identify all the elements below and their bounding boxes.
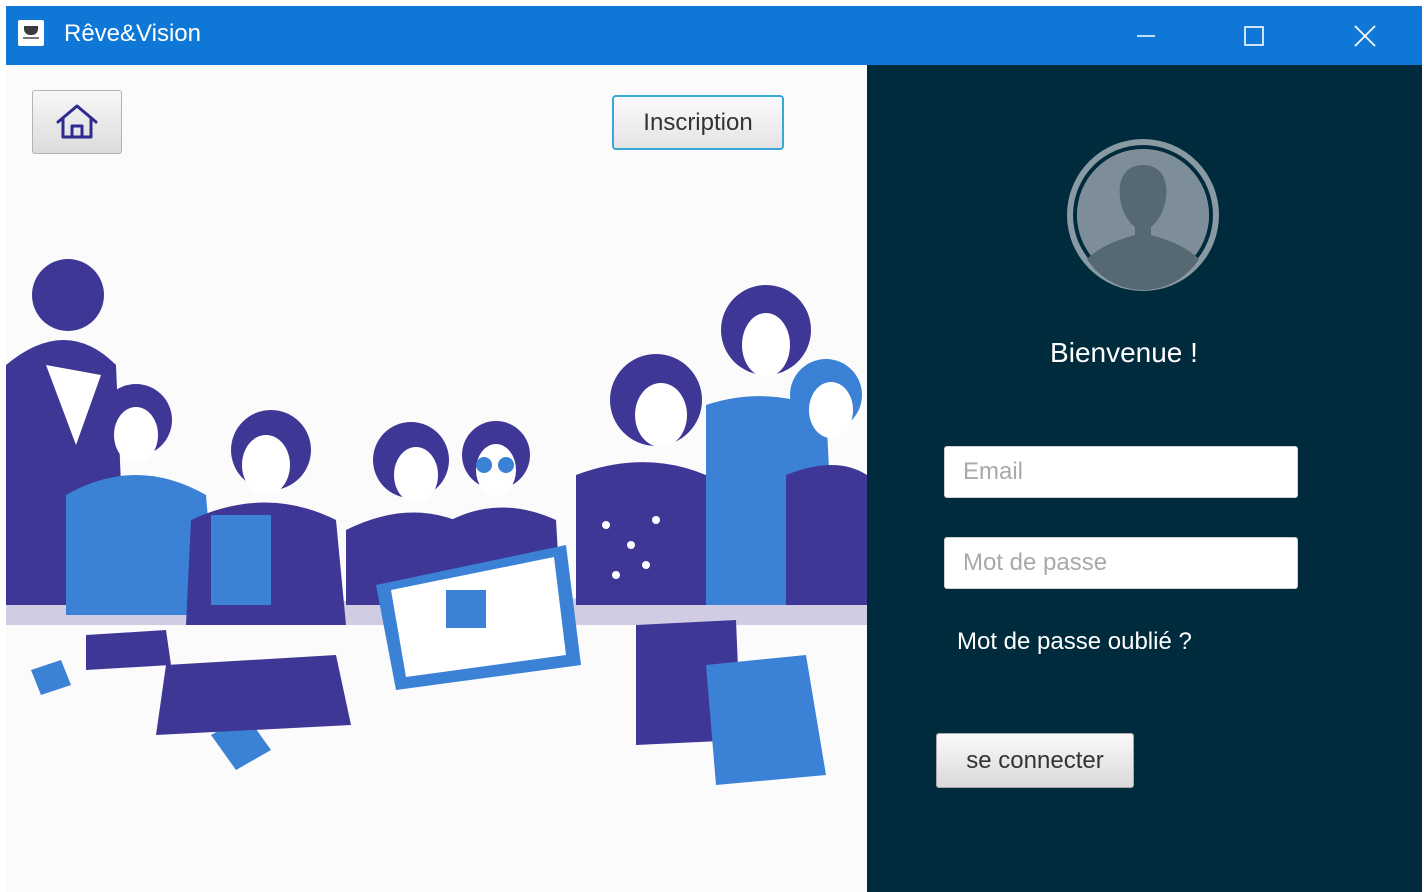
signup-button[interactable]: Inscription xyxy=(612,95,784,150)
title-bar[interactable]: Rêve&Vision xyxy=(6,6,1422,65)
app-window: Rêve&Vision Inscription Bienvenue ! Emai… xyxy=(6,6,1422,892)
user-avatar-icon xyxy=(1067,139,1219,291)
minimize-icon xyxy=(1137,34,1155,37)
app-logo-icon xyxy=(18,20,44,46)
left-panel: Inscription xyxy=(6,65,867,892)
window-title: Rêve&Vision xyxy=(64,20,201,47)
login-panel: Bienvenue ! Mot de passe oublié ? se con… xyxy=(867,65,1422,892)
close-button[interactable] xyxy=(1320,6,1410,65)
email-field[interactable] xyxy=(944,446,1298,498)
password-field[interactable] xyxy=(944,537,1298,589)
home-icon xyxy=(56,104,98,139)
login-button[interactable]: se connecter xyxy=(936,733,1134,788)
maximize-button[interactable] xyxy=(1209,6,1299,65)
close-icon xyxy=(1354,24,1376,47)
group-of-people-illustration xyxy=(6,259,867,785)
home-button[interactable] xyxy=(32,90,122,154)
forgot-password-link[interactable]: Mot de passe oublié ? xyxy=(957,627,1192,657)
welcome-heading: Bienvenue ! xyxy=(1050,337,1198,368)
maximize-icon xyxy=(1244,25,1264,46)
minimize-button[interactable] xyxy=(1101,6,1191,65)
